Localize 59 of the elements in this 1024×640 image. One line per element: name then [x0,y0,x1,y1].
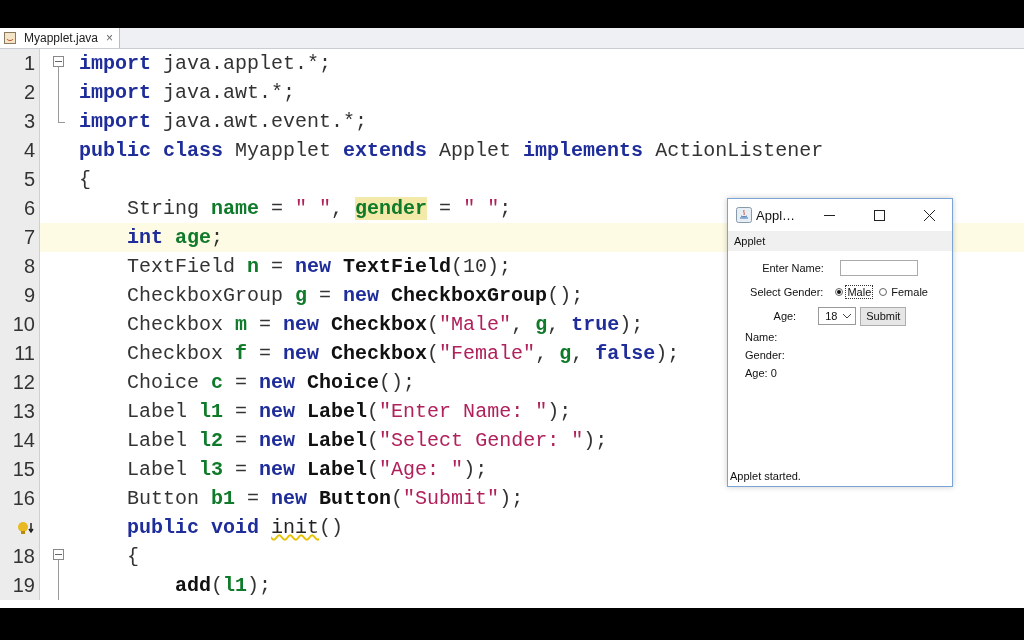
lightbulb-icon[interactable] [17,521,35,534]
code-text: import java.awt.event.*; [79,110,368,133]
field-label: Select Gender: [750,286,824,298]
radio-option[interactable]: Female [879,285,930,299]
java-app-icon [736,207,752,223]
code-text: Label l3 = new Label("Age: "); [126,458,488,481]
line-number: 7 [23,226,35,249]
line-number: 19 [12,574,35,597]
close-icon[interactable]: × [106,31,114,45]
line-number: 4 [23,139,35,162]
line-number: 5 [23,168,35,191]
close-icon [923,209,935,221]
tab-label: Myapplet.java [24,31,99,45]
file-tab[interactable]: Myapplet.java × [0,28,121,48]
window-title: Appl… [756,207,797,223]
line-number: 6 [23,197,35,220]
line-number: 1 [23,52,35,75]
line-number: 14 [12,429,35,452]
chevron-icon [843,313,852,319]
code-text: Checkbox m = new Checkbox("Male", g, true); [126,313,644,336]
code-text: Label l2 = new Label("Select Gender: "); [126,429,608,452]
line-number: 13 [12,400,35,423]
code-text: TextField n = new TextField(10); [126,255,512,278]
output-label: Age: 0 [745,367,777,379]
output-label: Gender: [745,349,785,361]
submit-button[interactable]: Submit [860,306,907,326]
line-number: 9 [23,284,35,307]
code-text: String name = " ", gender = " "; [126,197,512,220]
code-text: Checkbox f = new Checkbox("Female", g, false); [126,342,680,365]
code-text: public void init() [126,516,344,539]
menu-item[interactable]: Applet [734,235,766,247]
code-text: int age; [126,226,224,249]
line-number: 3 [23,110,35,133]
age-dropdown[interactable]: 18 [818,307,857,325]
code-text: Label l1 = new Label("Enter Name: "); [126,400,572,423]
status-text: Applet started. [730,470,801,482]
line-number: 15 [12,458,35,481]
line-number: 10 [12,313,35,336]
line-number: 18 [12,545,35,568]
line-number: 16 [12,487,35,510]
code-text: Button b1 = new Button("Submit"); [126,487,524,510]
java-file-icon [4,32,16,44]
field-label: Age: [773,310,797,322]
line-number: 11 [14,342,35,365]
code-text: import java.applet.*; [79,52,332,75]
field-label: Enter Name: [762,262,824,274]
code-text: import java.awt.*; [79,81,296,104]
code-text: public class Myapplet extends Applet implements ActionListener [79,139,824,162]
code-text: { [79,168,91,191]
name-field[interactable] [839,260,918,276]
code-text: CheckboxGroup g = new CheckboxGroup(); [126,284,584,307]
line-number: 8 [23,255,35,278]
code-text: { [126,545,139,568]
line-number: 12 [12,371,35,394]
output-label: Name: [745,331,778,343]
maximize-icon [873,209,885,221]
line-number: 2 [23,81,35,104]
code-text: add(l1); [174,574,272,597]
code-text: Choice c = new Choice(); [126,371,416,394]
